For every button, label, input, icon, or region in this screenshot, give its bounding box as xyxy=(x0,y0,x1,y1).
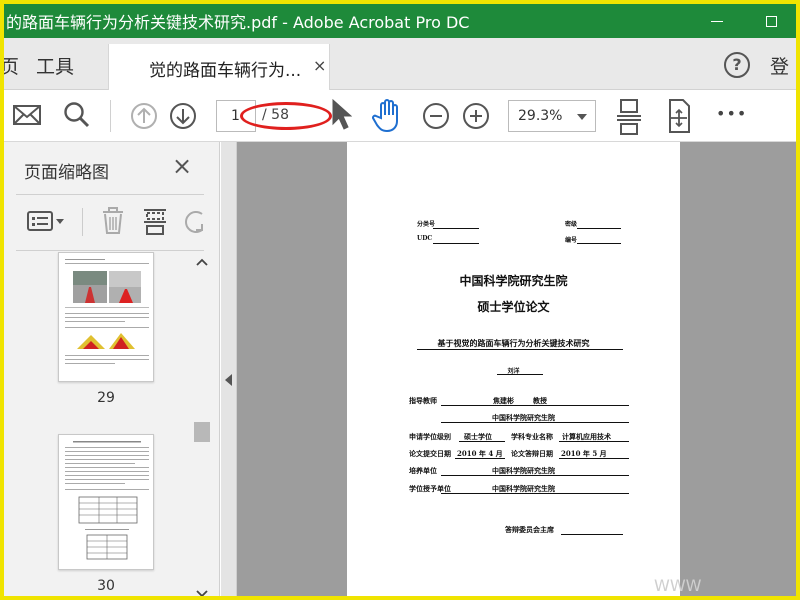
panel-toolbar-divider xyxy=(82,208,83,236)
thumbnail-scrollbar[interactable] xyxy=(192,252,212,596)
chevron-left-icon xyxy=(225,374,232,386)
page-thumbnails-panel: 页面缩略图 × 29 30 xyxy=(4,142,220,596)
chevron-up-icon[interactable] xyxy=(196,258,208,266)
help-icon[interactable]: ? xyxy=(724,52,750,78)
insert-page-icon[interactable] xyxy=(142,206,168,236)
thumbnail-preview xyxy=(65,259,149,364)
title-bar: 的路面车辆行为分析关键技术研究.pdf - Adobe Acrobat Pro … xyxy=(4,4,796,38)
thumbnail-page-number: 30 xyxy=(97,578,115,594)
minimize-icon xyxy=(711,20,723,22)
udc-label: UDC xyxy=(417,235,433,242)
next-page-icon[interactable] xyxy=(169,102,197,130)
thumbnail-page-number: 29 xyxy=(97,390,115,406)
thesis-title: 基于视觉的路面车辆行为分析关键技术研究 xyxy=(437,338,590,348)
pdf-page: 分类号 密级 UDC 编号 中国科学院研究生院 硕士学位论文 基于视觉的路面车辆… xyxy=(347,142,680,596)
hand-tool-icon[interactable] xyxy=(372,98,404,134)
field-underline xyxy=(559,458,629,459)
field-underline xyxy=(441,405,629,406)
acrobat-window: 的路面车辆行为分析关键技术研究.pdf - Adobe Acrobat Pro … xyxy=(4,4,796,596)
toolbar: 1 / 58 29.3% ••• xyxy=(4,90,796,142)
tab-bar: 页 工具 觉的路面车辆行为... × ? 登 xyxy=(4,38,796,90)
zoom-level-select[interactable]: 29.3% xyxy=(508,100,596,132)
tab-home[interactable]: 页 xyxy=(4,52,19,79)
field-underline xyxy=(433,228,479,229)
chevron-down-icon xyxy=(577,114,587,120)
institution-heading: 中国科学院研究生院 xyxy=(459,274,568,288)
defense-date-label: 论文答辩日期 xyxy=(511,449,553,458)
number-label: 编号 xyxy=(565,237,578,244)
watermark-text: WWW xyxy=(654,576,702,595)
panel-divider xyxy=(16,250,204,251)
field-underline xyxy=(561,534,623,535)
class-number-label: 分类号 xyxy=(417,221,436,228)
window-title: 的路面车辆行为分析关键技术研究.pdf - Adobe Acrobat Pro … xyxy=(6,13,470,32)
tab-tools[interactable]: 工具 xyxy=(36,52,74,79)
panel-title: 页面缩略图 xyxy=(24,163,109,183)
document-view[interactable]: 分类号 密级 UDC 编号 中国科学院研究生院 硕士学位论文 基于视觉的路面车辆… xyxy=(221,142,796,596)
field-underline xyxy=(433,243,479,244)
toolbar-divider xyxy=(110,100,111,132)
page-margin-left xyxy=(237,142,347,596)
training-unit-label: 培养单位 xyxy=(409,466,437,475)
advisor-label: 指导教师 xyxy=(409,396,437,405)
fit-page-icon[interactable] xyxy=(616,98,642,136)
delete-page-icon[interactable] xyxy=(100,206,126,236)
page-thumbnail[interactable] xyxy=(58,252,154,382)
degree-level-label: 申请学位级别 xyxy=(409,432,451,441)
panel-divider xyxy=(16,194,204,195)
more-tools-icon[interactable]: ••• xyxy=(716,104,747,123)
tab-close-icon[interactable]: × xyxy=(313,56,326,75)
login-link[interactable]: 登 xyxy=(770,52,789,79)
field-underline xyxy=(559,441,629,442)
tab-document-label: 觉的路面车辆行为... xyxy=(149,61,302,81)
field-underline xyxy=(497,374,543,375)
highlight-annotation-ellipse xyxy=(240,102,332,130)
submit-date-label: 论文提交日期 xyxy=(409,449,451,458)
thumbnail-list: 29 30 xyxy=(4,252,192,596)
secret-level-label: 密级 xyxy=(565,221,578,228)
field-underline xyxy=(577,243,621,244)
chevron-down-icon[interactable] xyxy=(196,590,208,596)
field-underline xyxy=(417,349,623,350)
minimize-button[interactable] xyxy=(694,4,740,38)
zoom-out-icon[interactable] xyxy=(422,102,450,130)
field-underline xyxy=(441,493,629,494)
committee-chair-label: 答辩委员会主席 xyxy=(505,525,554,534)
thumbnail-preview xyxy=(65,441,149,560)
field-underline xyxy=(577,228,621,229)
panel-close-icon[interactable]: × xyxy=(172,152,192,180)
page-margin-right xyxy=(680,142,796,596)
page-display-icon[interactable] xyxy=(664,98,694,134)
scrollbar-thumb[interactable] xyxy=(194,422,210,442)
rotate-page-icon[interactable] xyxy=(182,208,204,236)
field-underline xyxy=(441,475,629,476)
field-underline xyxy=(459,441,505,442)
search-icon[interactable] xyxy=(62,100,92,130)
maximize-button[interactable] xyxy=(748,4,794,38)
zoom-level-value: 29.3% xyxy=(518,108,563,124)
degree-heading: 硕士学位论文 xyxy=(477,300,550,314)
email-icon[interactable] xyxy=(12,102,42,128)
select-tool-icon[interactable] xyxy=(330,98,352,132)
panel-collapse-handle[interactable] xyxy=(221,142,237,596)
tab-document[interactable]: 觉的路面车辆行为... × xyxy=(108,44,330,90)
page-thumbnail[interactable] xyxy=(58,434,154,570)
previous-page-icon[interactable] xyxy=(130,102,158,130)
field-underline xyxy=(441,422,629,423)
maximize-icon xyxy=(765,15,777,27)
field-underline xyxy=(455,458,505,459)
thumbnail-options-icon[interactable] xyxy=(26,210,68,234)
major-label: 学科专业名称 xyxy=(511,432,553,441)
zoom-in-icon[interactable] xyxy=(462,102,490,130)
